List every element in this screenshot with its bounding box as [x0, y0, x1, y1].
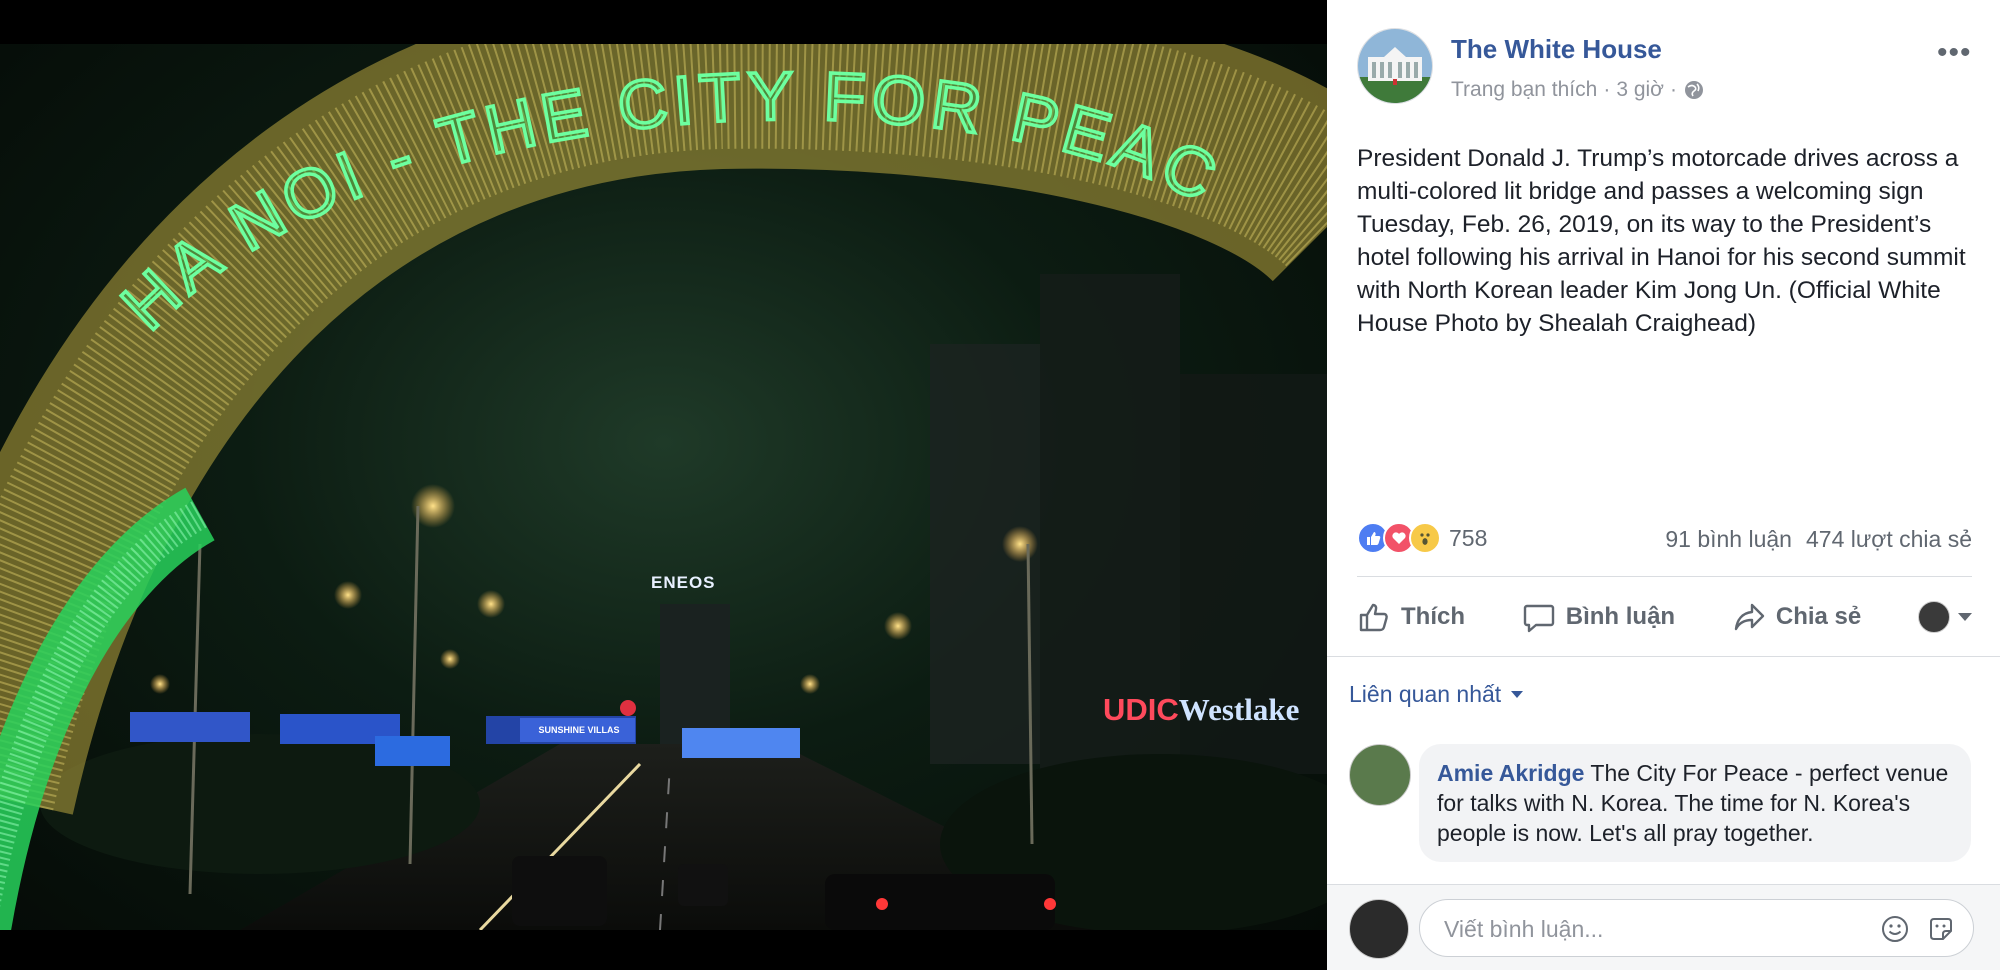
more-dots-icon[interactable]: ••• — [1937, 36, 1972, 70]
chevron-down-icon — [1958, 613, 1972, 621]
share-arrow-icon — [1734, 603, 1765, 631]
page-avatar[interactable] — [1357, 28, 1433, 104]
comment-count-link[interactable]: 91 bình luận — [1665, 526, 1792, 553]
current-user-avatar — [1349, 899, 1409, 959]
photo-scene: HA NOI - THE CITY FOR PEACE HA NOI - THE… — [0, 44, 1327, 930]
post-text: President Donald J. Trump’s motorcade dr… — [1357, 145, 1966, 337]
share-count-link[interactable]: 474 lượt chia sẻ — [1806, 526, 1972, 553]
meta-separator: · — [1669, 78, 1677, 101]
share-button-label: Chia sẻ — [1775, 603, 1862, 630]
chevron-down-icon — [1511, 691, 1524, 698]
post-panel: The White House Trang bạn thích · 3 giờ … — [1327, 0, 2000, 970]
post-photo[interactable]: HA NOI - THE CITY FOR PEACE HA NOI - THE… — [0, 44, 1327, 930]
comment-composer — [1327, 884, 2000, 970]
share-button[interactable]: Chia sẻ — [1732, 600, 1861, 634]
comment-author-link[interactable]: Amie Akridge — [1437, 760, 1584, 786]
post-meta: Trang bạn thích · 3 giờ · — [1451, 78, 1705, 102]
comment-bubble-icon — [1523, 604, 1554, 633]
eneos-sign: ENEOS — [651, 573, 716, 592]
photo-viewer: HA NOI - THE CITY FOR PEACE HA NOI - THE… — [0, 0, 1327, 969]
comment-sort-dropdown[interactable]: Liên quan nhất — [1349, 681, 1524, 708]
post-action-bar: Thích Bình luận Chia sẻ — [1357, 588, 1972, 646]
sticker-icon[interactable] — [1926, 914, 1956, 944]
sunshine-villas-billboard: SUNSHINE VILLAS — [538, 725, 620, 735]
emoji-icon[interactable] — [1880, 914, 1910, 944]
post-timestamp[interactable]: 3 giờ — [1616, 78, 1664, 102]
thumbs-up-icon — [1359, 603, 1388, 632]
comment-sort-bar: Liên quan nhất — [1327, 656, 2000, 733]
udic-text: UDIC — [1103, 692, 1179, 727]
comment-button-label: Bình luận — [1565, 603, 1676, 630]
reaction-summary[interactable]: 758 — [1357, 522, 1487, 554]
engagement-counts: 91 bình luận 474 lượt chia sẻ — [1665, 526, 1972, 553]
page-name-link[interactable]: The White House — [1451, 34, 1662, 65]
like-button[interactable]: Thích — [1357, 600, 1465, 634]
comment-bubble: Amie Akridge The City For Peace - perfec… — [1419, 744, 1971, 862]
comment-input[interactable] — [1442, 912, 1846, 946]
post-as-selector[interactable] — [1918, 601, 1972, 633]
globe-icon[interactable] — [1683, 79, 1705, 101]
comment-input-wrapper[interactable] — [1419, 899, 1974, 957]
comment-button[interactable]: Bình luận — [1522, 600, 1675, 634]
like-button-label: Thích — [1401, 603, 1465, 630]
wow-reaction-icon — [1409, 522, 1441, 554]
commenter-avatar[interactable] — [1349, 744, 1411, 806]
white-house-icon — [1358, 29, 1432, 103]
sort-label: Liên quan nhất — [1349, 681, 1502, 707]
comment-item: Amie Akridge The City For Peace - perfec… — [1349, 744, 1989, 884]
meta-liked-page: Trang bạn thích — [1451, 78, 1598, 101]
divider — [1357, 576, 1972, 577]
reaction-count[interactable]: 758 — [1449, 525, 1487, 552]
meta-separator: · — [1603, 78, 1611, 101]
udic-westlake-sign: UDICWestlake — [1103, 692, 1299, 728]
user-avatar-small — [1918, 601, 1950, 633]
westlake-text: Westlake — [1178, 692, 1300, 727]
